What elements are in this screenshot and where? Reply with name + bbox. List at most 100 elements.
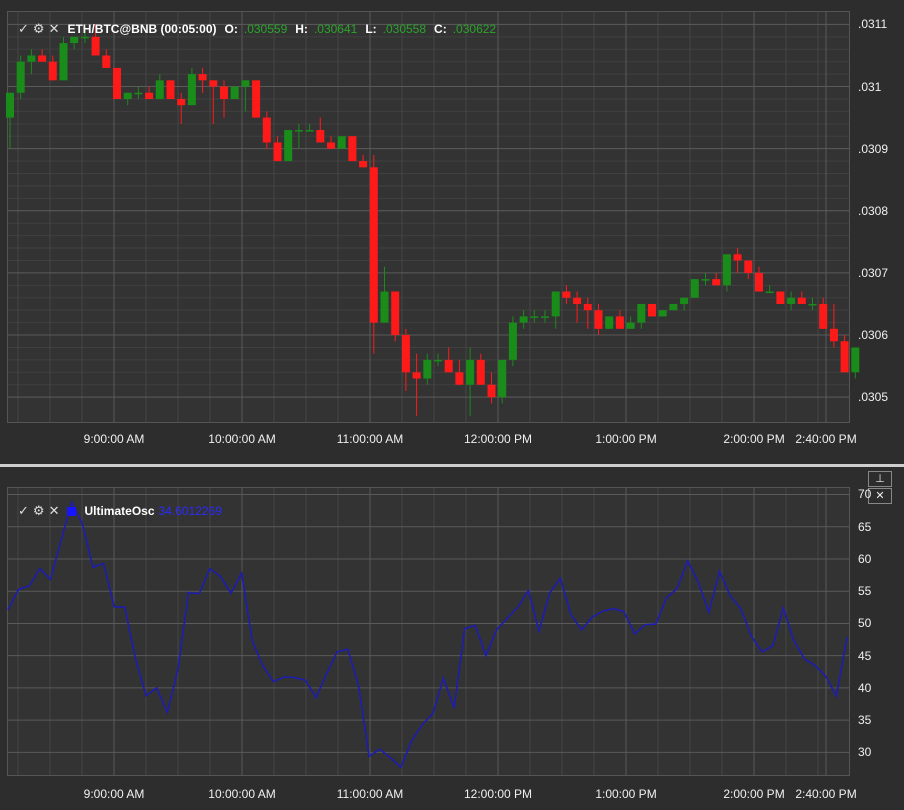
candle-body bbox=[327, 142, 335, 149]
candle bbox=[391, 291, 400, 342]
candle-body bbox=[209, 80, 218, 87]
price-x-tick: 10:00:00 AM bbox=[208, 432, 276, 446]
osc-y-tick: 45 bbox=[858, 648, 872, 663]
candle-body bbox=[102, 55, 111, 68]
osc-y-tick: 40 bbox=[858, 680, 872, 695]
osc-x-tick: 1:00:00 PM bbox=[595, 787, 657, 801]
gear-icon[interactable]: ⚙ bbox=[33, 503, 45, 519]
candle-body bbox=[38, 55, 47, 62]
candle-body bbox=[80, 36, 89, 39]
osc-y-tick: 50 bbox=[858, 616, 872, 631]
check-icon[interactable]: ✓ bbox=[18, 503, 29, 519]
candle-body bbox=[797, 297, 806, 304]
candle bbox=[648, 303, 656, 317]
osc-y-axis[interactable]: 70 65 60 55 50 45 40 35 30 bbox=[852, 487, 904, 775]
candle-body bbox=[91, 36, 100, 56]
candle bbox=[712, 272, 721, 286]
candle-body bbox=[615, 316, 624, 329]
series-color-swatch bbox=[67, 506, 77, 516]
candle-body bbox=[487, 384, 496, 398]
candle-body bbox=[466, 359, 475, 385]
candle-body bbox=[508, 322, 517, 360]
candle bbox=[594, 303, 603, 336]
close-value: .030622 bbox=[452, 22, 497, 36]
candle bbox=[316, 117, 325, 143]
candle-body bbox=[594, 310, 603, 329]
candle-body bbox=[765, 291, 774, 294]
candle bbox=[626, 316, 635, 329]
candle bbox=[669, 303, 678, 311]
grid bbox=[8, 488, 849, 775]
candle-body bbox=[519, 316, 528, 323]
osc-y-tick: 55 bbox=[858, 584, 872, 599]
candle-body bbox=[680, 297, 689, 304]
price-y-tick: .0309 bbox=[858, 141, 889, 156]
candle-body bbox=[551, 291, 560, 317]
candle bbox=[701, 272, 710, 286]
osc-y-tick: 30 bbox=[858, 745, 872, 760]
pane-splitter[interactable] bbox=[0, 464, 904, 467]
candle-body bbox=[145, 92, 154, 99]
price-y-tick: .0306 bbox=[858, 328, 889, 343]
price-chart-pane[interactable]: ✓ ⚙ ✕ ETH/BTC@BNB (00:05:00) O: .030559 … bbox=[6, 11, 860, 423]
candle bbox=[755, 266, 763, 292]
osc-x-tick: 2:40:00 PM bbox=[795, 787, 857, 801]
candle bbox=[797, 291, 806, 304]
price-legend: ✓ ⚙ ✕ ETH/BTC@BNB (00:05:00) O: .030559 … bbox=[18, 21, 496, 37]
candle-body bbox=[220, 86, 228, 99]
check-icon[interactable]: ✓ bbox=[18, 21, 29, 37]
price-x-tick: 12:00:00 PM bbox=[463, 432, 533, 446]
candle bbox=[155, 74, 164, 99]
oscillator-pane[interactable]: ✓ ⚙ ✕ UltimateOsc 34.6012269 bbox=[7, 487, 850, 776]
gear-icon[interactable]: ⚙ bbox=[33, 21, 45, 37]
candle-body bbox=[541, 316, 549, 318]
candle-body bbox=[787, 297, 796, 304]
pin-icon[interactable]: ⊥ bbox=[868, 471, 892, 487]
candle-body bbox=[658, 310, 667, 317]
osc-y-tick: 65 bbox=[858, 519, 872, 534]
candle-body bbox=[808, 303, 817, 306]
candle bbox=[519, 310, 528, 329]
candle bbox=[401, 328, 410, 391]
candle bbox=[423, 353, 432, 385]
osc-y-tick: 70 bbox=[858, 487, 872, 502]
osc-name: UltimateOsc bbox=[84, 504, 155, 518]
price-y-axis[interactable]: .0311 .031 .0309 .0308 .0307 .0306 .0305 bbox=[852, 12, 904, 422]
price-x-axis: 9:00:00 AM 10:00:00 AM 11:00:00 AM 12:00:00… bbox=[8, 432, 857, 454]
candle bbox=[787, 291, 796, 311]
candle-body bbox=[637, 303, 646, 323]
open-value: .030559 bbox=[243, 22, 288, 36]
candle bbox=[252, 80, 261, 118]
candle-body bbox=[230, 86, 239, 99]
candle-body bbox=[583, 303, 592, 311]
high-label: H: bbox=[295, 22, 308, 36]
price-y-tick: .0307 bbox=[858, 265, 889, 280]
candle bbox=[487, 372, 496, 404]
candle-body bbox=[369, 167, 378, 323]
candle-body bbox=[241, 80, 250, 87]
candle bbox=[134, 86, 143, 99]
candle bbox=[530, 310, 539, 323]
candle bbox=[541, 310, 549, 323]
close-icon[interactable]: ✕ bbox=[49, 21, 60, 37]
candle bbox=[220, 80, 228, 118]
candle-body bbox=[294, 130, 303, 132]
candle-body bbox=[776, 291, 785, 304]
candle bbox=[508, 316, 517, 367]
candle bbox=[241, 80, 250, 112]
candle-body bbox=[284, 130, 293, 162]
price-y-tick: .031 bbox=[858, 79, 882, 94]
candle bbox=[498, 359, 507, 404]
osc-x-axis: 9:00:00 AM 10:00:00 AM 11:00:00 AM 12:00:00… bbox=[8, 787, 857, 809]
candle-body bbox=[562, 291, 571, 298]
candle bbox=[305, 123, 314, 132]
candle bbox=[327, 136, 335, 149]
candle bbox=[744, 260, 753, 280]
candle bbox=[369, 154, 378, 354]
close-icon[interactable]: ✕ bbox=[49, 503, 60, 519]
candle-body bbox=[155, 80, 164, 99]
candle-body bbox=[16, 61, 25, 93]
candle bbox=[808, 297, 817, 311]
candle bbox=[16, 55, 25, 99]
candle bbox=[359, 154, 368, 168]
